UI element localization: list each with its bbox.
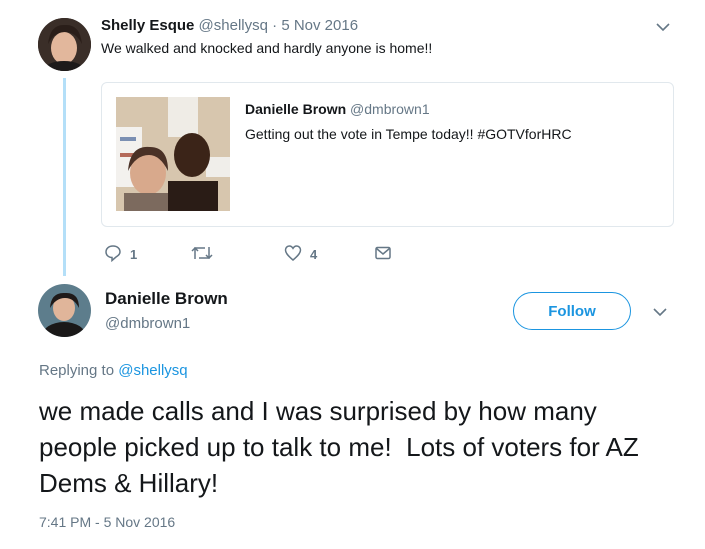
tweet2-timestamp[interactable]: 7:41 PM - 5 Nov 2016: [39, 514, 175, 530]
retweet-icon: [191, 244, 213, 265]
message-icon: [374, 244, 392, 265]
tweet1-text: We walked and knocked and hardly anyone …: [101, 40, 433, 56]
quoted-tweet-header: Danielle Brown @dmbrown1: [245, 101, 430, 117]
chevron-down-icon[interactable]: [655, 19, 671, 35]
thread-line: [63, 78, 66, 276]
follow-button[interactable]: Follow: [513, 292, 631, 330]
like-count: 4: [310, 247, 318, 262]
reply-icon: [104, 244, 122, 265]
retweet-action[interactable]: [191, 244, 213, 265]
like-icon: [284, 244, 302, 265]
quoted-author-handle[interactable]: @dmbrown1: [350, 101, 430, 117]
tweet2-author-name[interactable]: Danielle Brown: [105, 289, 228, 309]
tweet1-author-handle[interactable]: @shellysq: [199, 17, 268, 34]
quoted-tweet-photo[interactable]: [116, 97, 230, 211]
shelly-avatar[interactable]: [38, 18, 91, 71]
tweet1-header: Shelly Esque @shellysq · 5 Nov 2016: [101, 17, 358, 34]
chevron-down-icon[interactable]: [652, 304, 668, 320]
tweet2-author-handle[interactable]: @dmbrown1: [105, 315, 190, 332]
like-action[interactable]: 4: [284, 244, 317, 265]
tweet1-separator: ·: [272, 17, 278, 34]
replying-to-prefix: Replying to: [39, 362, 115, 379]
reply-count: 1: [130, 247, 138, 262]
reply-action[interactable]: 1: [104, 244, 137, 265]
quoted-author-name[interactable]: Danielle Brown: [245, 101, 346, 117]
replying-to: Replying to @shellysq: [39, 362, 188, 379]
replying-to-handle[interactable]: @shellysq: [118, 362, 187, 379]
danielle-avatar[interactable]: [38, 284, 91, 337]
message-action[interactable]: [374, 244, 392, 265]
tweet1-author-name[interactable]: Shelly Esque: [101, 17, 194, 34]
tweet1-date[interactable]: 5 Nov 2016: [281, 17, 358, 34]
tweet2-text: we made calls and I was surprised by how…: [39, 396, 646, 498]
quoted-tweet-text: Getting out the vote in Tempe today!! #G…: [245, 126, 572, 142]
quoted-tweet-card[interactable]: Danielle Brown @dmbrown1 Getting out the…: [101, 82, 674, 227]
